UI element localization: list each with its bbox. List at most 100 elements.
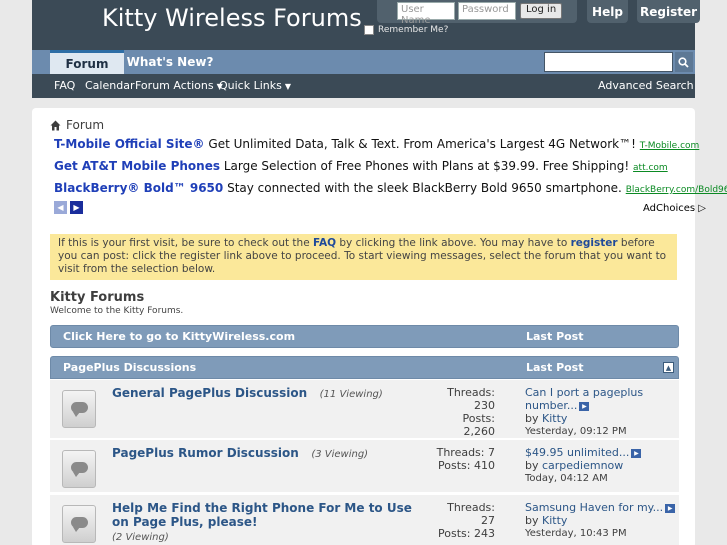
breadcrumb: Forum <box>50 118 104 132</box>
go-to-post-icon[interactable]: ▶ <box>631 448 642 458</box>
posts-count: 2,260 <box>463 425 496 438</box>
remember-me-checkbox[interactable] <box>364 25 374 35</box>
adchoices-label: AdChoices <box>643 203 696 214</box>
last-post-user[interactable]: Kitty <box>542 514 567 527</box>
help-button[interactable]: Help <box>587 0 628 23</box>
nav-quick-links-menu[interactable]: Quick Links ▼ <box>219 79 291 92</box>
forum-title: General PagePlus Discussion (11 Viewing) <box>112 386 383 402</box>
ad-next-button[interactable]: ▶ <box>70 201 83 214</box>
last-post-date: Today, <box>525 473 558 484</box>
search-button[interactable] <box>674 52 693 72</box>
ad-text: Large Selection of Free Phones with Plan… <box>223 159 630 173</box>
forum-title: PagePlus Rumor Discussion (3 Viewing) <box>112 446 368 462</box>
adchoices-link[interactable]: AdChoices ▷ <box>643 203 706 214</box>
tab-forum[interactable]: Forum <box>50 50 124 74</box>
forum-viewing-count: (3 Viewing) <box>311 449 369 460</box>
tab-whats-new[interactable]: What's New? <box>126 50 214 74</box>
forum-title: Help Me Find the Right Phone For Me to U… <box>112 501 432 545</box>
category-header: PagePlus Discussions Last Post ▲ <box>50 356 679 379</box>
last-post-header: Last Post <box>526 361 584 374</box>
threads-count: 7 <box>488 446 495 459</box>
ad-text: Stay connected with the sleek BlackBerry… <box>227 181 622 195</box>
search-input[interactable] <box>544 52 673 72</box>
remember-me-label: Remember Me? <box>378 25 449 35</box>
home-icon[interactable] <box>50 120 61 131</box>
category-title[interactable]: PagePlus Discussions <box>63 361 196 374</box>
forum-row: General PagePlus Discussion (11 Viewing)… <box>50 380 679 440</box>
ad-item[interactable]: BlackBerry® Bold™ 9650 Stay connected wi… <box>54 181 727 195</box>
forum-viewing-count: (11 Viewing) <box>319 389 383 400</box>
threads-count: 230 <box>474 399 495 412</box>
category-title[interactable]: Click Here to go to KittyWireless.com <box>63 330 295 343</box>
collapse-icon[interactable]: ▲ <box>663 362 674 373</box>
ad-prev-button[interactable]: ◀ <box>54 201 67 214</box>
ad-item[interactable]: T-Mobile Official Site® Get Unlimited Da… <box>54 137 699 151</box>
main-content: Forum T-Mobile Official Site® Get Unlimi… <box>32 108 727 545</box>
forum-stats: Threads: 27 Posts: 243 <box>438 501 495 540</box>
nav-tab-bar: Forum What's New? <box>32 50 695 74</box>
username-input[interactable]: User Name <box>397 2 455 26</box>
caret-down-icon: ▼ <box>284 82 292 91</box>
ad-title[interactable]: Get AT&T Mobile Phones <box>54 159 220 173</box>
remember-me[interactable]: Remember Me? <box>364 25 448 35</box>
last-post: Can I port a pageplus number... ▶ by Kitt… <box>525 386 645 438</box>
forum-status-icon <box>62 450 96 488</box>
threads-count: 27 <box>481 514 495 527</box>
ad-url[interactable]: BlackBerry.com/Bold9650 <box>626 185 727 195</box>
by-label: by <box>525 412 539 425</box>
last-post-title[interactable]: Samsung Haven for my... <box>525 501 663 514</box>
by-label: by <box>525 514 539 527</box>
last-post-header: Last Post <box>526 330 584 343</box>
last-post-time: 09:12 PM <box>579 426 627 437</box>
forum-row: PagePlus Rumor Discussion (3 Viewing) Th… <box>50 440 679 494</box>
notice-text: by clicking the link above. You may have… <box>336 237 571 249</box>
login-button[interactable]: Log in <box>520 3 563 19</box>
forum-row: Help Me Find the Right Phone For Me to U… <box>50 495 679 545</box>
threads-label: Threads: <box>447 501 495 514</box>
ad-url[interactable]: T-Mobile.com <box>640 141 700 151</box>
login-box: User Name Password Log in <box>377 0 577 26</box>
notice-text: If this is your first visit, be sure to … <box>58 237 313 249</box>
notice-register-link[interactable]: register <box>571 237 618 249</box>
forum-home-title: Kitty Forums <box>50 290 145 305</box>
site-title[interactable]: Kitty Wireless Forums <box>102 4 362 32</box>
threads-label: Threads: <box>447 386 495 399</box>
ad-title[interactable]: T-Mobile Official Site® <box>54 137 205 151</box>
forum-viewing-count: (2 Viewing) <box>112 532 169 543</box>
ad-url[interactable]: att.com <box>633 163 668 173</box>
adchoices-icon: ▷ <box>698 203 706 214</box>
nav-calendar-link[interactable]: Calendar <box>85 79 134 92</box>
nav-faq-link[interactable]: FAQ <box>54 79 75 92</box>
advanced-search-link[interactable]: Advanced Search <box>598 79 694 92</box>
nav-forum-actions-menu[interactable]: Forum Actions ▼ <box>135 79 223 92</box>
last-post-user[interactable]: Kitty <box>542 412 567 425</box>
breadcrumb-forum[interactable]: Forum <box>66 118 104 132</box>
chevron-left-icon: ◀ <box>57 203 64 212</box>
forum-title-link[interactable]: PagePlus Rumor Discussion <box>112 446 299 460</box>
forum-status-icon <box>62 505 96 543</box>
register-button[interactable]: Register <box>637 0 700 23</box>
last-post-user[interactable]: carpediemnow <box>542 459 623 472</box>
last-post-date: Yesterday, <box>525 426 577 437</box>
quick-links-label: Quick Links <box>219 79 282 92</box>
threads-label: Threads: <box>436 446 485 459</box>
go-to-post-icon[interactable]: ▶ <box>579 401 590 411</box>
posts-label: Posts: <box>438 459 471 472</box>
category-header: Click Here to go to KittyWireless.com La… <box>50 325 679 348</box>
last-post-title[interactable]: $49.95 unlimited... <box>525 446 629 459</box>
ad-text: Get Unlimited Data, Talk & Text. From Am… <box>208 137 636 151</box>
forum-title-link[interactable]: Help Me Find the Right Phone For Me to U… <box>112 501 432 529</box>
posts-label: Posts: <box>462 412 495 425</box>
sub-nav: FAQ Calendar Forum Actions ▼ Quick Links ▼… <box>32 74 695 98</box>
ad-title[interactable]: BlackBerry® Bold™ 9650 <box>54 181 223 195</box>
forum-status-icon <box>62 390 96 428</box>
last-post-date: Yesterday, <box>525 528 577 539</box>
forum-stats: Threads: 7 Posts: 410 <box>437 446 495 472</box>
go-to-post-icon[interactable]: ▶ <box>665 503 676 513</box>
ad-item[interactable]: Get AT&T Mobile Phones Large Selection o… <box>54 159 668 173</box>
forum-home-description: Welcome to the Kitty Forums. <box>50 306 184 316</box>
notice-faq-link[interactable]: FAQ <box>313 237 336 249</box>
password-input[interactable]: Password <box>458 2 516 20</box>
posts-count: 410 <box>474 459 495 472</box>
forum-title-link[interactable]: General PagePlus Discussion <box>112 386 307 400</box>
